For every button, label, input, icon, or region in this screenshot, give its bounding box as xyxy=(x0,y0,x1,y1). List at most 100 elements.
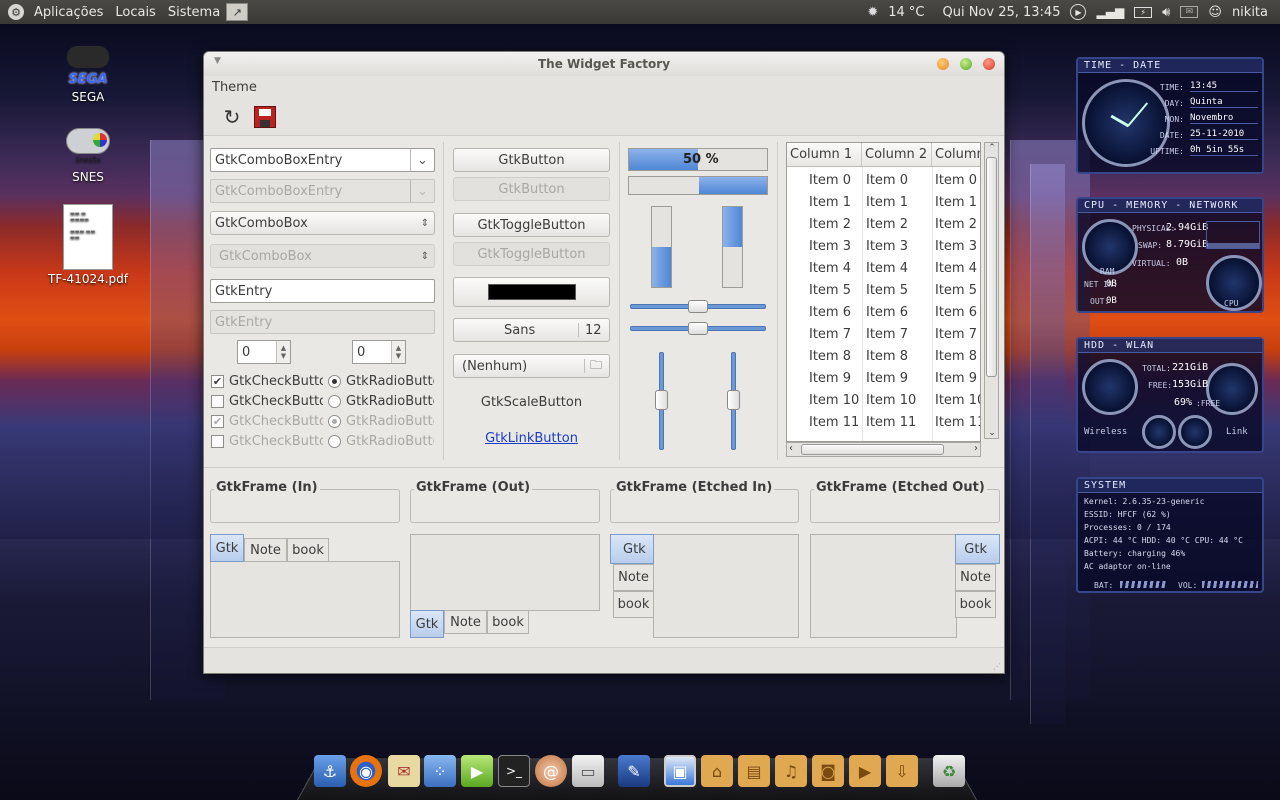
tree-cell[interactable]: Item 6 xyxy=(809,301,851,323)
tree-column-header-2[interactable]: Column 2 xyxy=(862,143,932,167)
refresh-icon[interactable]: ↻ xyxy=(220,105,244,129)
tree-cell[interactable]: Item 8 xyxy=(935,345,977,367)
scale-slider-handle[interactable] xyxy=(655,390,668,410)
link-button[interactable]: GtkLinkButton xyxy=(453,431,610,446)
menu-system[interactable]: Sistema xyxy=(168,5,220,20)
tree-vertical-scrollbar[interactable]: ⌃ ⌄ xyxy=(984,142,999,439)
network-signal-icon[interactable]: ▂▄▆ xyxy=(1096,5,1124,19)
radio-button[interactable]: GtkRadioButton xyxy=(328,394,434,409)
minimize-button[interactable] xyxy=(937,58,949,70)
scale-slider-handle[interactable] xyxy=(688,300,708,313)
font-button[interactable]: Sans 12 xyxy=(453,318,610,342)
maximize-button[interactable] xyxy=(960,58,972,70)
dock-mail-icon[interactable]: ✉ xyxy=(388,755,420,787)
notebook-bottom-tab-note[interactable]: Note xyxy=(444,610,487,634)
dock-media-player-icon[interactable]: ▶ xyxy=(461,755,493,787)
tree-cell[interactable]: Item 8 xyxy=(809,345,851,367)
dock-firefox-icon[interactable]: ◉ xyxy=(350,755,382,787)
desktop-icon-sega[interactable]: SEGA SEGA xyxy=(43,44,133,104)
horizontal-scale-2[interactable] xyxy=(630,322,766,335)
tree-cell[interactable]: Item 6 xyxy=(935,301,977,323)
scroll-down-icon[interactable]: ⌄ xyxy=(986,428,998,438)
dock-shell-icon[interactable]: @ xyxy=(535,755,567,787)
color-button[interactable] xyxy=(453,277,610,307)
combo-box-entry[interactable]: GtkComboBoxEntry ⌄ xyxy=(210,148,435,172)
tree-cell[interactable]: Item 4 xyxy=(935,257,977,279)
save-icon[interactable] xyxy=(254,105,276,128)
tree-cell[interactable]: Item 1 xyxy=(809,191,851,213)
notebook-right-tab-book[interactable]: book xyxy=(955,591,996,618)
tree-cell[interactable]: Item 8 xyxy=(866,345,908,367)
notebook-right-tab-gtk[interactable]: Gtk xyxy=(955,534,1000,564)
scroll-left-icon[interactable]: ‹ xyxy=(789,443,793,454)
tree-cell[interactable]: Item 5 xyxy=(866,279,908,301)
tree-cell[interactable]: Item 9 xyxy=(809,367,851,389)
dock-trash-icon[interactable]: ♻ xyxy=(933,755,965,787)
tree-cell[interactable]: Item 3 xyxy=(809,235,851,257)
dock-pictures-folder-icon[interactable]: ◙ xyxy=(812,755,844,787)
tree-cell[interactable]: Item 0 xyxy=(866,169,908,191)
notebook-top-tab-book[interactable]: book xyxy=(287,538,329,562)
screenshot-launcher-icon[interactable]: ↗ xyxy=(226,3,249,21)
text-entry[interactable]: GtkEntry xyxy=(210,279,435,303)
combo-box[interactable]: GtkComboBox ⇕ xyxy=(210,211,435,235)
tree-cell[interactable]: Item 11 xyxy=(866,411,916,433)
tree-cell[interactable]: Item 1 xyxy=(935,191,977,213)
tree-cell[interactable]: Item 9 xyxy=(866,367,908,389)
tree-column-header-1[interactable]: Column 1 xyxy=(787,143,862,167)
tree-cell[interactable]: Item 2 xyxy=(866,213,908,235)
dock-monitor-icon[interactable]: ▣ xyxy=(664,755,696,787)
tree-view[interactable]: Column 1 Column 2 Column 3 Item 0Item 0I… xyxy=(786,142,981,442)
scroll-up-icon[interactable]: ⌃ xyxy=(986,143,998,153)
scale-slider-handle[interactable] xyxy=(688,322,708,335)
menu-applications[interactable]: Aplicações xyxy=(34,5,103,20)
ubuntu-logo-icon[interactable]: ⚙ xyxy=(8,4,24,20)
tree-cell[interactable]: Item 10 xyxy=(866,389,916,411)
desktop-icon-snes[interactable]: SnesSx SNES xyxy=(43,124,133,184)
tree-column-header-3[interactable]: Column 3 xyxy=(932,143,980,167)
scrollbar-thumb[interactable] xyxy=(801,444,944,455)
scroll-right-icon[interactable]: › xyxy=(974,443,978,454)
tree-cell[interactable]: Item 11 xyxy=(809,411,859,433)
check-button-unchecked[interactable]: GtkCheckButton xyxy=(211,394,323,409)
tree-cell[interactable]: Item 11 xyxy=(935,411,980,433)
spin-arrows-icon[interactable]: ▲ ▼ xyxy=(391,341,405,363)
tree-cell[interactable]: Item 0 xyxy=(935,169,977,191)
media-play-icon[interactable]: ▶ xyxy=(1070,4,1087,20)
tree-cell[interactable]: Item 7 xyxy=(866,323,908,345)
dock-pidgin-icon[interactable]: ⁘ xyxy=(424,755,456,787)
weather-temperature[interactable]: 14 °C xyxy=(888,5,924,20)
spin-arrows-icon[interactable]: ▲ ▼ xyxy=(276,341,290,363)
tree-cell[interactable]: Item 4 xyxy=(866,257,908,279)
spin-button-2[interactable]: 0 ▲ ▼ xyxy=(352,340,406,364)
tree-horizontal-scrollbar[interactable]: ‹ › xyxy=(786,442,981,457)
horizontal-scale-1[interactable] xyxy=(630,300,766,313)
menu-theme[interactable]: Theme xyxy=(212,80,257,95)
notebook-left-tab-note[interactable]: Note xyxy=(613,564,654,591)
dock-downloads-folder-icon[interactable]: ⇩ xyxy=(886,755,918,787)
mail-icon[interactable]: ✉ xyxy=(1180,6,1199,18)
tree-cell[interactable]: Item 6 xyxy=(866,301,908,323)
tree-cell[interactable]: Item 2 xyxy=(935,213,977,235)
tree-cell[interactable]: Item 4 xyxy=(809,257,851,279)
dock-terminal-icon[interactable]: >_ xyxy=(498,755,530,787)
notebook-left-tab-gtk[interactable]: Gtk xyxy=(610,534,654,564)
spin-button-1[interactable]: 0 ▲ ▼ xyxy=(237,340,291,364)
tree-cell[interactable]: Item 10 xyxy=(935,389,980,411)
close-button[interactable] xyxy=(983,58,995,70)
gtk-button[interactable]: GtkButton xyxy=(453,148,610,172)
dock-videos-folder-icon[interactable]: ▶ xyxy=(849,755,881,787)
vertical-scale-1[interactable] xyxy=(655,352,668,450)
notebook-left-tab-book[interactable]: book xyxy=(613,591,654,618)
scale-slider-handle[interactable] xyxy=(727,390,740,410)
dock-home-folder-icon[interactable]: ⌂ xyxy=(701,755,733,787)
battery-icon[interactable]: ⚡ xyxy=(1134,6,1153,18)
notebook-bottom-tab-gtk[interactable]: Gtk xyxy=(410,610,444,638)
tree-cell[interactable]: Item 9 xyxy=(935,367,977,389)
check-button-checked[interactable]: ✔ GtkCheckButton xyxy=(211,374,323,389)
volume-icon[interactable]: 🔊︎ xyxy=(1162,5,1170,20)
tree-cell[interactable]: Item 1 xyxy=(866,191,908,213)
dock-window-icon[interactable]: ▭ xyxy=(572,755,604,787)
notebook-right-tab-note[interactable]: Note xyxy=(955,564,996,591)
menu-places[interactable]: Locais xyxy=(115,5,155,20)
